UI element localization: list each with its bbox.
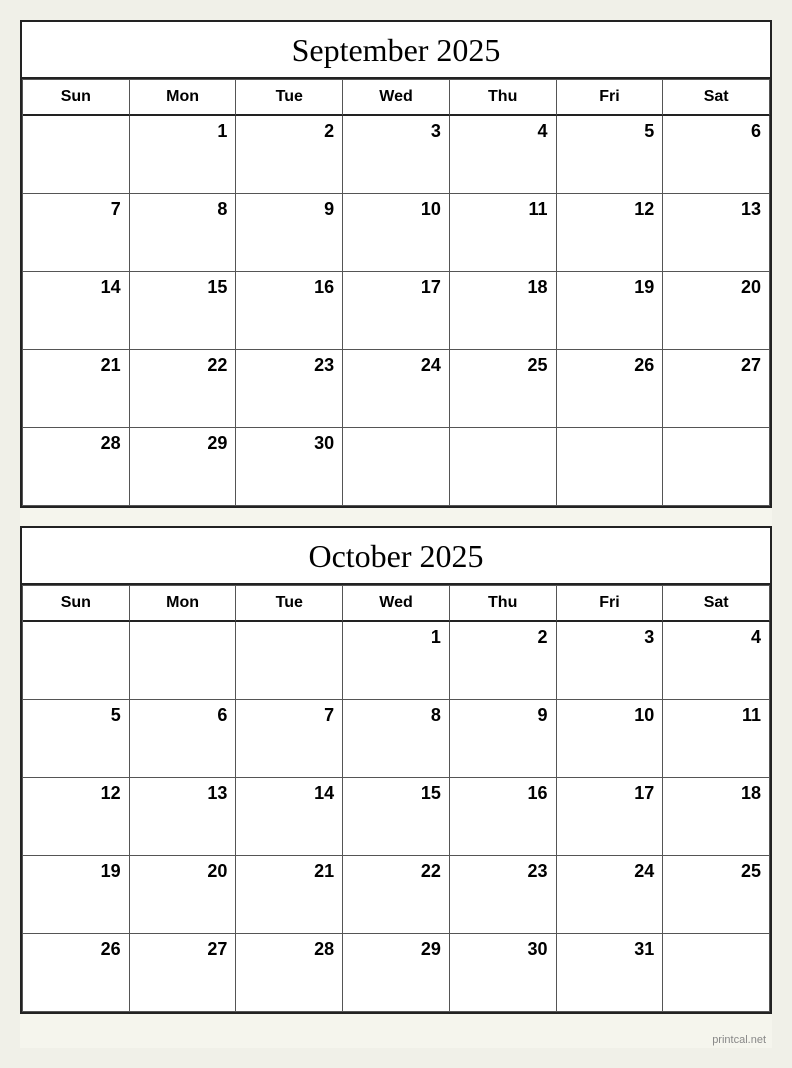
empty-cell [450,428,557,506]
day-15: 15 [130,272,237,350]
day-31: 31 [557,934,664,1012]
day-17: 17 [557,778,664,856]
day-17: 17 [343,272,450,350]
day-26: 26 [23,934,130,1012]
header-fri: Fri [557,586,664,622]
day-7: 7 [236,700,343,778]
day-12: 12 [557,194,664,272]
day-9: 9 [450,700,557,778]
day-25: 25 [663,856,770,934]
day-30: 30 [450,934,557,1012]
day-23: 23 [450,856,557,934]
empty-cell [130,622,237,700]
day-25: 25 [450,350,557,428]
day-16: 16 [450,778,557,856]
page: September 2025SunMonTueWedThuFriSat12345… [20,20,772,1048]
day-15: 15 [343,778,450,856]
day-12: 12 [23,778,130,856]
day-4: 4 [663,622,770,700]
day-20: 20 [663,272,770,350]
day-8: 8 [343,700,450,778]
day-19: 19 [23,856,130,934]
calendar-september-2025: September 2025SunMonTueWedThuFriSat12345… [20,20,772,508]
day-2: 2 [450,622,557,700]
day-22: 22 [130,350,237,428]
day-2: 2 [236,116,343,194]
day-28: 28 [23,428,130,506]
day-27: 27 [130,934,237,1012]
day-18: 18 [663,778,770,856]
header-fri: Fri [557,80,664,116]
day-13: 13 [130,778,237,856]
header-sun: Sun [23,80,130,116]
header-thu: Thu [450,586,557,622]
october-2025-title: October 2025 [22,528,770,585]
header-mon: Mon [130,586,237,622]
day-24: 24 [343,350,450,428]
header-tue: Tue [236,586,343,622]
day-26: 26 [557,350,664,428]
empty-cell [663,934,770,1012]
day-14: 14 [236,778,343,856]
day-5: 5 [557,116,664,194]
day-29: 29 [130,428,237,506]
day-10: 10 [557,700,664,778]
day-1: 1 [130,116,237,194]
day-19: 19 [557,272,664,350]
empty-cell [23,622,130,700]
day-27: 27 [663,350,770,428]
day-29: 29 [343,934,450,1012]
header-wed: Wed [343,80,450,116]
september-2025-title: September 2025 [22,22,770,79]
empty-cell [236,622,343,700]
header-sat: Sat [663,586,770,622]
day-28: 28 [236,934,343,1012]
watermark: printcal.net [20,1032,772,1048]
empty-cell [23,116,130,194]
day-8: 8 [130,194,237,272]
calendar-october-2025: October 2025SunMonTueWedThuFriSat1234567… [20,526,772,1014]
day-3: 3 [557,622,664,700]
day-30: 30 [236,428,343,506]
day-6: 6 [130,700,237,778]
empty-cell [663,428,770,506]
day-10: 10 [343,194,450,272]
day-3: 3 [343,116,450,194]
header-sun: Sun [23,586,130,622]
day-11: 11 [450,194,557,272]
day-9: 9 [236,194,343,272]
header-tue: Tue [236,80,343,116]
day-16: 16 [236,272,343,350]
day-21: 21 [23,350,130,428]
day-20: 20 [130,856,237,934]
day-7: 7 [23,194,130,272]
day-6: 6 [663,116,770,194]
day-21: 21 [236,856,343,934]
day-4: 4 [450,116,557,194]
empty-cell [557,428,664,506]
header-thu: Thu [450,80,557,116]
day-23: 23 [236,350,343,428]
header-mon: Mon [130,80,237,116]
empty-cell [343,428,450,506]
header-sat: Sat [663,80,770,116]
october-2025-grid: SunMonTueWedThuFriSat1234567891011121314… [22,585,770,1012]
day-14: 14 [23,272,130,350]
day-1: 1 [343,622,450,700]
day-22: 22 [343,856,450,934]
september-2025-grid: SunMonTueWedThuFriSat1234567891011121314… [22,79,770,506]
header-wed: Wed [343,586,450,622]
day-24: 24 [557,856,664,934]
day-5: 5 [23,700,130,778]
day-18: 18 [450,272,557,350]
day-11: 11 [663,700,770,778]
day-13: 13 [663,194,770,272]
